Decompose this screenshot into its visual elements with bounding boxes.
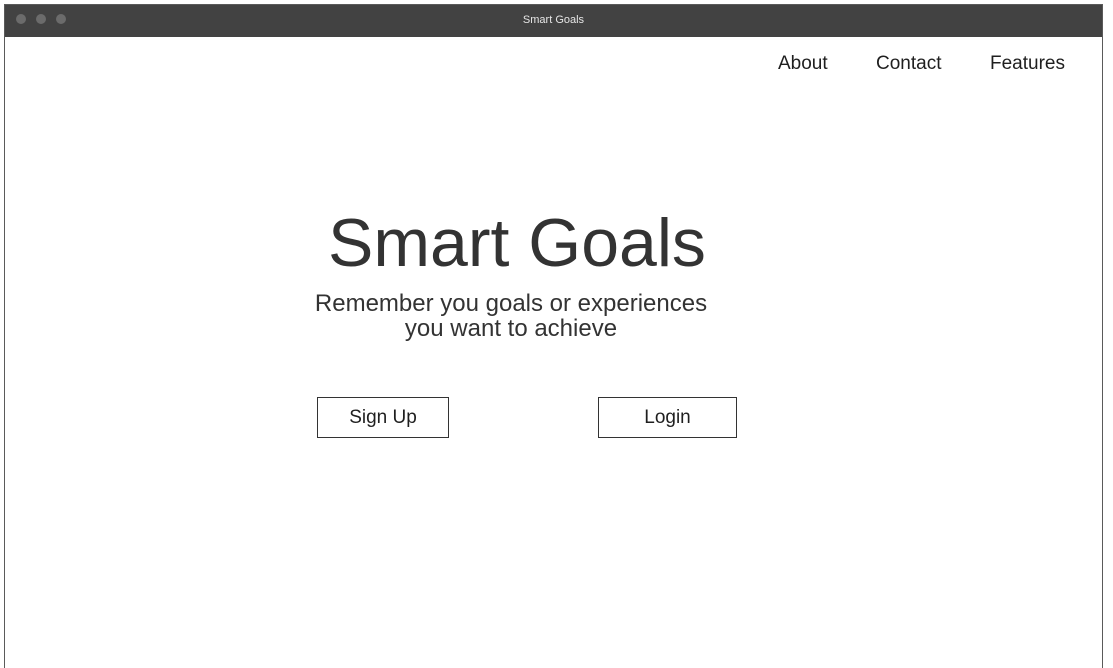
nav-link-contact[interactable]: Contact [876, 52, 941, 76]
sign-up-button[interactable]: Sign Up [317, 397, 449, 438]
nav-link-features[interactable]: Features [990, 52, 1065, 76]
browser-window: Smart Goals About Contact Features Smart… [4, 4, 1103, 668]
window-title: Smart Goals [522, 14, 585, 26]
nav-link-about[interactable]: About [778, 52, 828, 76]
window-titlebar: Smart Goals [5, 5, 1102, 37]
hero-title: Smart Goals [328, 205, 706, 281]
hero-subtitle: Remember you goals or experiences you wa… [314, 290, 708, 342]
login-button[interactable]: Login [598, 397, 737, 438]
